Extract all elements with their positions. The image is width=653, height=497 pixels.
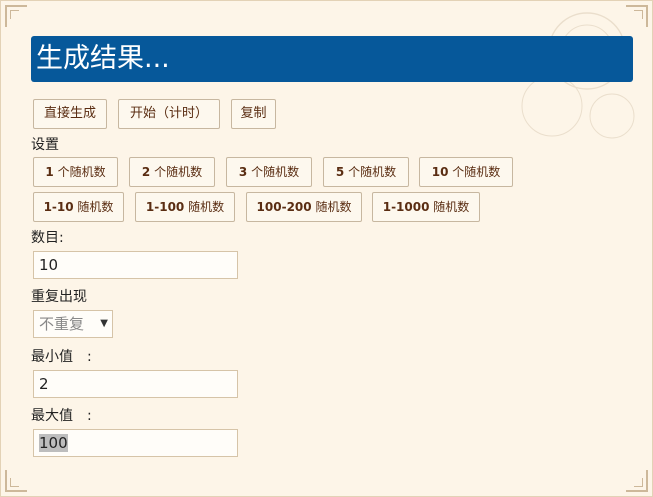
corner-ornament-icon (626, 470, 648, 492)
count-input[interactable]: 10 (33, 251, 238, 279)
preset-text: 个随机数 (53, 165, 106, 179)
count-label: 数目: (31, 230, 64, 246)
settings-heading: 设置 (31, 137, 59, 153)
preset-num: 1-100 (145, 200, 185, 214)
repeat-select[interactable]: 不重复 ▼ (33, 310, 113, 338)
result-banner: 生成结果... (31, 36, 633, 82)
preset-text: 个随机数 (344, 165, 397, 179)
repeat-selected-value: 不重复 (39, 315, 85, 333)
preset-num: 2 (141, 165, 151, 179)
preset-1-1000-button[interactable]: 1-1000 随机数 (372, 192, 480, 222)
direct-generate-button[interactable]: 直接生成 (33, 99, 107, 129)
preset-num: 1-1000 (382, 200, 430, 214)
preset-1-10-button[interactable]: 1-10 随机数 (33, 192, 124, 222)
page-frame: 生成结果... 直接生成 开始（计时） 复制 设置 1 个随机数 2 个随机数 … (0, 0, 653, 497)
preset-num: 3 (238, 165, 248, 179)
preset-num: 100-200 (256, 200, 312, 214)
preset-1-100-button[interactable]: 1-100 随机数 (135, 192, 235, 222)
preset-text: 随机数 (429, 200, 470, 214)
preset-num: 10 (431, 165, 449, 179)
preset-5-random-button[interactable]: 5 个随机数 (323, 157, 409, 187)
copy-button[interactable]: 复制 (231, 99, 276, 129)
preset-3-random-button[interactable]: 3 个随机数 (226, 157, 312, 187)
repeat-label: 重复出现 (31, 289, 87, 305)
preset-text: 个随机数 (448, 165, 501, 179)
preset-text: 个随机数 (150, 165, 203, 179)
max-label: 最大值 : (31, 408, 92, 424)
preset-2-random-button[interactable]: 2 个随机数 (129, 157, 215, 187)
preset-text: 随机数 (73, 200, 114, 214)
corner-ornament-icon (5, 470, 27, 492)
max-input[interactable]: 100 (33, 429, 238, 457)
preset-num: 1-10 (43, 200, 74, 214)
preset-1-random-button[interactable]: 1 个随机数 (33, 157, 118, 187)
preset-num: 5 (335, 165, 345, 179)
max-input-selected-text: 100 (39, 434, 68, 452)
min-input[interactable]: 2 (33, 370, 238, 398)
preset-text: 随机数 (311, 200, 352, 214)
preset-text: 随机数 (184, 200, 225, 214)
preset-text: 个随机数 (247, 165, 300, 179)
min-label: 最小值 : (31, 349, 92, 365)
start-timed-button[interactable]: 开始（计时） (118, 99, 220, 129)
chevron-down-icon: ▼ (100, 318, 108, 329)
preset-10-random-button[interactable]: 10 个随机数 (419, 157, 513, 187)
preset-100-200-button[interactable]: 100-200 随机数 (246, 192, 362, 222)
corner-ornament-icon (5, 5, 27, 27)
preset-num: 1 (45, 165, 54, 179)
